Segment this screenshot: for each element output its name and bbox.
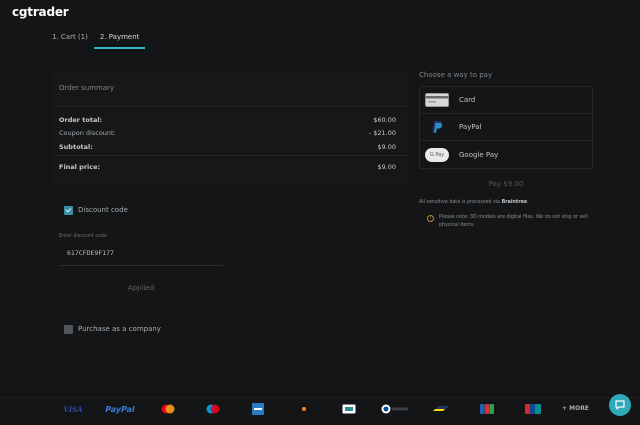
diners-club-icon — [381, 404, 408, 414]
discount-field-label: Enter discount code — [59, 234, 107, 239]
coupon-discount-value: - $21.00 — [368, 129, 396, 137]
tab-payment[interactable]: 2. Payment — [93, 30, 146, 49]
visa-icon: VISA — [63, 404, 83, 414]
pay-button[interactable]: Pay $9.00 — [419, 176, 593, 192]
discover-icon — [302, 407, 306, 411]
divider — [53, 155, 408, 156]
order-total-label: Order total: — [59, 116, 103, 124]
company-label[interactable]: Purchase as a company — [78, 325, 161, 333]
maestro-icon — [206, 404, 220, 414]
applied-button[interactable]: Applied — [59, 279, 223, 297]
company-checkbox[interactable] — [64, 325, 73, 334]
cash-icon — [342, 404, 356, 414]
payment-options: Card PayPal G Pay Google Pay — [419, 86, 593, 169]
paypal-brand-icon: PayPal — [105, 404, 135, 414]
amex-icon — [252, 403, 264, 415]
jcb-icon — [480, 404, 494, 414]
google-pay-icon: G Pay — [425, 147, 449, 162]
mastercard-icon — [161, 404, 175, 414]
final-price-value: $9.00 — [377, 163, 396, 171]
discount-code-checkbox[interactable] — [64, 206, 73, 215]
order-total-value: $60.00 — [373, 116, 396, 124]
coupon-discount-row: Coupon discount: - $21.00 — [59, 129, 396, 137]
digital-files-note: Please note: 3D models are digital files… — [439, 215, 588, 228]
subtotal-value: $9.00 — [377, 143, 396, 151]
bancontact-icon — [433, 406, 449, 411]
pay-option-google-pay[interactable]: G Pay Google Pay — [420, 141, 592, 168]
pay-option-paypal[interactable]: PayPal — [420, 114, 592, 141]
paypal-icon — [432, 121, 443, 133]
discount-code-input[interactable]: 617CFDE9F177 — [59, 242, 223, 266]
final-price-row: Final price: $9.00 — [59, 163, 396, 171]
footer-divider — [0, 397, 640, 398]
cgtrader-logo[interactable]: cgtrader — [12, 5, 69, 19]
payment-title: Choose a way to pay — [419, 71, 493, 79]
discount-code-label[interactable]: Discount code — [78, 206, 128, 214]
final-price-label: Final price: — [59, 163, 101, 171]
google-pay-label: Google Pay — [459, 150, 499, 159]
unionpay-icon — [525, 404, 541, 414]
secure-processing-text: All sensitive data is processed via Brai… — [419, 200, 529, 205]
checkout-steps: 1. Cart (1) 2. Payment — [46, 30, 146, 49]
pay-option-card[interactable]: Card — [420, 87, 592, 114]
more-payment-methods[interactable]: + MORE — [562, 405, 589, 412]
paypal-label: PayPal — [459, 123, 482, 131]
order-total-row: Order total: $60.00 — [59, 116, 396, 124]
subtotal-label: Subtotal: — [59, 143, 93, 151]
card-label: Card — [459, 96, 476, 104]
info-icon: ! — [427, 215, 434, 222]
chat-button[interactable] — [609, 394, 631, 416]
tab-cart[interactable]: 1. Cart (1) — [46, 30, 94, 49]
credit-card-icon — [425, 93, 449, 107]
chat-icon — [615, 400, 625, 410]
subtotal-row: Subtotal: $9.00 — [59, 143, 396, 151]
divider — [53, 106, 408, 107]
order-summary-title: Order summary — [59, 84, 115, 92]
coupon-discount-label: Coupon discount: — [59, 129, 116, 137]
braintree-link[interactable]: Braintree — [502, 200, 527, 205]
